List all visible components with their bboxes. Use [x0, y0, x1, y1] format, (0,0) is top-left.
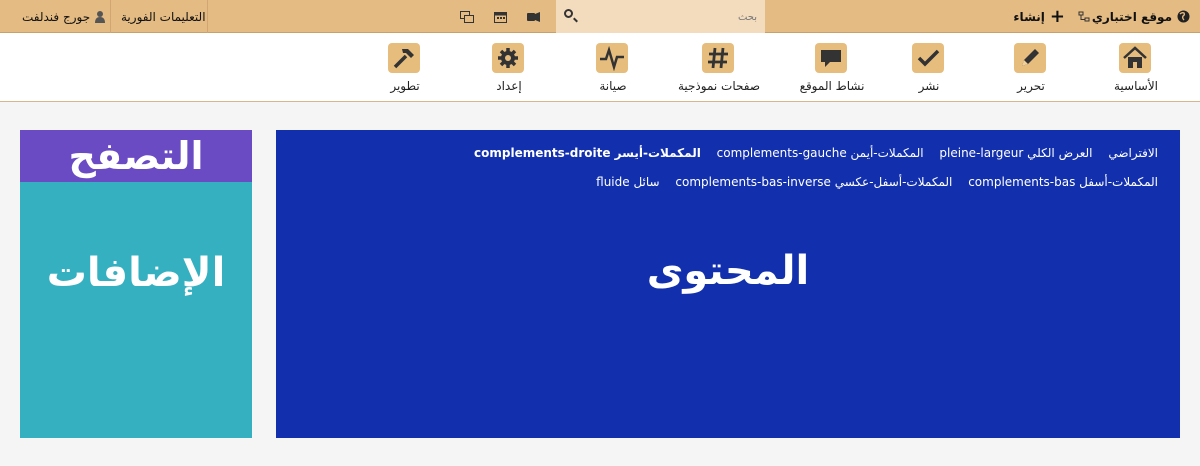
search-input[interactable] [587, 8, 757, 26]
nav-item-edit[interactable]: تحرير [976, 33, 1086, 102]
nav-item-maintenance[interactable]: صيانة [558, 33, 668, 102]
nav-label: الأساسية [1114, 79, 1158, 93]
sidebar: التصفح الإضافات [20, 130, 252, 438]
nav-item-site-activity[interactable]: نشاط الموقع [777, 33, 887, 102]
nav-label: صيانة [599, 79, 627, 93]
instant-help-link[interactable]: التعليمات الفورية [121, 0, 206, 33]
layout-option-complements-left[interactable]: المكملات-أيسر complements-droite [474, 146, 701, 160]
layout-options: الافتراضي العرض الكلي pleine-largeur الم… [288, 139, 1158, 197]
main-nav: الأساسية تحرير نشر نشاط الموقع صفحات نمو… [0, 33, 1200, 102]
check-icon [912, 43, 944, 73]
layout-option-complements-right[interactable]: المكملات-أيمن complements-gauche [717, 146, 924, 160]
layout-options-row: الافتراضي العرض الكلي pleine-largeur الم… [288, 139, 1158, 168]
layout-option-complements-bottom-inverse[interactable]: المكملات-أسفل-عكسي complements-bas-inver… [675, 175, 952, 189]
nav-item-model-pages[interactable]: صفحات نموذجية [664, 33, 774, 102]
pencil-icon [1014, 43, 1046, 73]
content-title: المحتوى [646, 248, 810, 294]
nav-label: نشر [918, 79, 940, 93]
site-name: موقع اختباري [1091, 9, 1172, 24]
nav-item-publish[interactable]: نشر [874, 33, 984, 102]
nav-label: نشاط الموقع [799, 79, 865, 93]
gear-icon [492, 43, 524, 73]
user-menu[interactable]: جورج فندلفت [22, 0, 106, 33]
calendar-icon[interactable] [494, 0, 507, 33]
content-area: الافتراضي العرض الكلي pleine-largeur الم… [276, 130, 1180, 438]
nav-item-home[interactable]: الأساسية [1081, 33, 1191, 102]
layout-option-complements-bottom[interactable]: المكملات-أسفل complements-bas [968, 175, 1158, 189]
addons-title: الإضافات [46, 250, 226, 296]
search-icon[interactable] [564, 9, 573, 18]
chat-icon [815, 43, 847, 73]
layout-options-row: المكملات-أسفل complements-bas المكملات-أ… [288, 168, 1158, 197]
hammer-icon [388, 43, 420, 73]
nav-label: إعداد [496, 79, 522, 93]
plus-icon: + [1049, 5, 1065, 27]
site-link[interactable]: موقع اختباري [1092, 0, 1190, 33]
layout-option-default[interactable]: الافتراضي [1108, 146, 1158, 160]
nav-item-development[interactable]: تطوير [350, 33, 460, 102]
layout-option-fluid[interactable]: سائل fluide [596, 175, 659, 189]
hash-icon [702, 43, 734, 73]
pulse-icon [596, 43, 628, 73]
workflow-icon[interactable] [1078, 0, 1090, 33]
user-name: جورج فندلفت [22, 9, 91, 24]
nav-label: تطوير [390, 79, 420, 93]
home-icon [1119, 43, 1151, 73]
divider [207, 0, 208, 33]
notifications-icon[interactable] [527, 0, 541, 33]
divider [110, 0, 111, 33]
nav-label: تحرير [1017, 79, 1045, 93]
browse-header: التصفح [20, 130, 252, 182]
create-button[interactable]: إنشاء + [1013, 0, 1065, 33]
create-label: إنشاء [1013, 9, 1045, 24]
layout-option-full-width[interactable]: العرض الكلي pleine-largeur [939, 146, 1092, 160]
messages-icon[interactable] [460, 0, 474, 33]
globe-icon [1177, 10, 1190, 23]
nav-item-settings[interactable]: إعداد [454, 33, 564, 102]
top-bar: موقع اختباري إنشاء + التعليمات الفورية ج… [0, 0, 1200, 33]
instant-help-label: التعليمات الفورية [121, 9, 206, 24]
user-icon [95, 10, 106, 23]
nav-label: صفحات نموذجية [677, 79, 761, 93]
search-box[interactable] [556, 0, 765, 33]
